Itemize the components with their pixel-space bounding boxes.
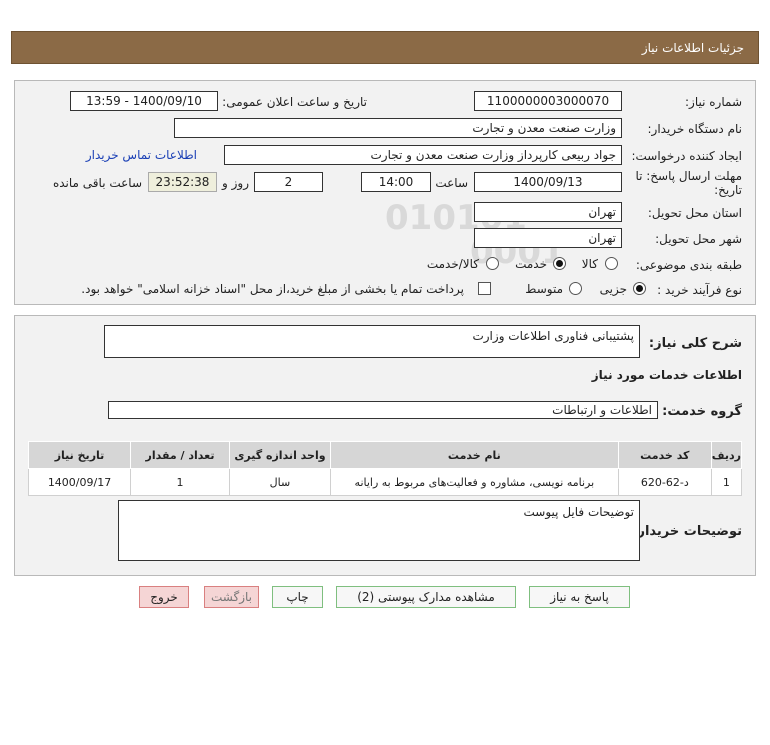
process-label: نوع فرآیند خرید : [657, 283, 742, 297]
need-number-label: شماره نیاز: [685, 95, 742, 109]
reply-button[interactable]: پاسخ به نیاز [529, 586, 630, 608]
service-group-field: اطلاعات و ارتباطات [108, 401, 658, 419]
buyer-org-label: نام دستگاه خریدار: [647, 122, 743, 136]
announce-datetime-label: تاریخ و ساعت اعلان عمومی: [222, 95, 367, 109]
table-row: 1 د-62-620 برنامه نویسی، مشاوره و فعالیت… [27, 468, 743, 496]
city-label: شهر محل تحویل: [655, 232, 742, 246]
table-header-row: ردیف کد خدمت نام خدمت واحد اندازه گیری ت… [27, 441, 743, 469]
cell-row-number: 1 [710, 468, 743, 496]
category-option-goods-service: کالا/خدمت [426, 257, 479, 271]
announce-datetime-field: 1400/09/10 - 13:59 [70, 91, 218, 111]
category-option-goods: کالا [581, 257, 598, 271]
buyer-notes-field: توضیحات فایل پیوست [118, 500, 640, 561]
print-button[interactable]: چاپ [272, 586, 323, 608]
cell-service-name: برنامه نویسی، مشاوره و فعالیت‌های مربوط … [329, 468, 619, 496]
creator-label: ایجاد کننده درخواست: [631, 149, 742, 163]
services-heading: اطلاعات خدمات مورد نیاز [591, 368, 742, 382]
buyer-notes-label: توضیحات خریدار: [632, 524, 742, 539]
cell-quantity: 1 [130, 468, 230, 496]
category-label: طبقه بندی موضوعی: [635, 258, 742, 272]
summary-field: پشتیبانی فناوری اطلاعات وزارت [104, 325, 640, 358]
view-attachments-button[interactable]: مشاهده مدارک پیوستی (2) [336, 586, 516, 608]
process-radio-medium[interactable] [569, 282, 582, 295]
col-header-row-number: ردیف [710, 441, 743, 469]
process-radio-minor[interactable] [633, 282, 646, 295]
col-header-unit: واحد اندازه گیری [228, 441, 331, 469]
deadline-label: مهلت ارسال پاسخ: تا [635, 169, 742, 183]
treasury-payment-checkbox[interactable] [478, 282, 491, 295]
remaining-time-label: ساعت باقی مانده [52, 176, 142, 190]
deadline-time-label: ساعت [435, 176, 468, 190]
buyer-contact-link[interactable]: اطلاعات تماس خریدار [86, 148, 197, 162]
province-field: تهران [474, 202, 622, 222]
cell-need-date: 1400/09/17 [27, 468, 132, 496]
category-radio-service[interactable] [553, 257, 566, 270]
col-header-need-date: تاریخ نیاز [27, 441, 132, 469]
exit-button[interactable]: خروج [139, 586, 189, 608]
page-header-bar: جزئیات اطلاعات نیاز [11, 31, 759, 64]
remaining-days-label: روز و [222, 176, 249, 190]
summary-label: شرح کلی نیاز: [648, 336, 742, 351]
city-field: تهران [474, 228, 622, 248]
col-header-service-name: نام خدمت [329, 441, 619, 469]
service-group-label: گروه خدمت: [662, 404, 742, 419]
buyer-org-field: وزارت صنعت معدن و تجارت [174, 118, 622, 138]
service-items-table: ردیف کد خدمت نام خدمت واحد اندازه گیری ت… [27, 441, 743, 496]
cell-service-code: د-62-620 [617, 468, 712, 496]
deadline-time-field: 14:00 [361, 172, 431, 192]
cell-unit: سال [228, 468, 331, 496]
col-header-quantity: تعداد / مقدار [130, 441, 230, 469]
process-option-minor: جزیی [599, 282, 627, 296]
deadline-date-field: 1400/09/13 [474, 172, 622, 192]
col-header-service-code: کد خدمت [617, 441, 712, 469]
remaining-time-field: 23:52:38 [148, 172, 217, 192]
need-number-field: 1100000003000070 [474, 91, 622, 111]
category-radio-goods[interactable] [605, 257, 618, 270]
treasury-payment-text: پرداخت تمام یا بخشی از مبلغ خرید،از محل … [81, 282, 464, 296]
province-label: استان محل تحویل: [647, 206, 742, 220]
remaining-days-field: 2 [254, 172, 323, 192]
category-radio-goods-service[interactable] [486, 257, 499, 270]
process-option-medium: متوسط [525, 282, 563, 296]
back-button[interactable]: بازگشت [204, 586, 259, 608]
category-option-service: خدمت [515, 257, 547, 271]
page-title: جزئیات اطلاعات نیاز [641, 41, 744, 55]
deadline-date-label: تاریخ: [714, 183, 742, 197]
creator-field: جواد ربیعی کارپرداز وزارت صنعت معدن و تج… [224, 145, 622, 165]
